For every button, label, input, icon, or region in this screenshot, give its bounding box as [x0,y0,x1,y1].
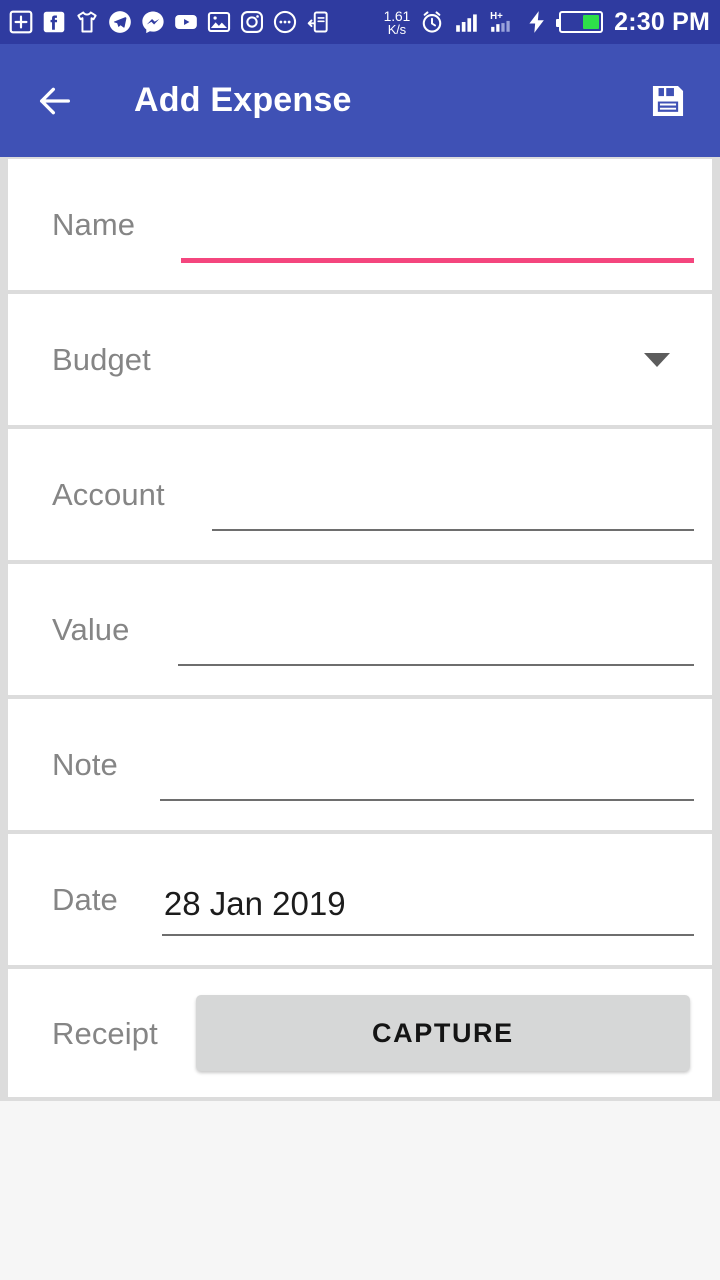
label-date: Date [52,882,118,917]
form-row-name[interactable]: Name [8,159,712,290]
tshirt-icon [74,9,100,35]
messenger-icon [140,9,166,35]
network-speed-unit: K/s [387,21,406,37]
label-receipt: Receipt [52,1015,158,1051]
name-input[interactable] [181,159,702,290]
form-row-account[interactable]: Account [8,429,712,560]
battery-icon [556,11,604,33]
label-name: Name [52,207,136,242]
capture-button[interactable]: CAPTURE [195,995,690,1071]
back-arrow-icon [35,81,75,121]
gallery-icon [206,9,232,35]
value-input-underline [177,664,694,666]
form-row-note[interactable]: Note [8,699,712,830]
date-input-underline [161,934,694,936]
chat-dots-icon [272,9,298,35]
date-input-value: 28 Jan 2019 [163,885,346,922]
page-title: Add Expense [134,81,352,119]
status-system-icons: 1.61 K/s H+ 2:30 PM [384,8,710,37]
network-speed-value: 1.61 [383,7,411,24]
note-input-underline [159,799,694,801]
app-bar: Add Expense [0,44,720,157]
form-row-receipt: Receipt CAPTURE [8,969,712,1097]
account-input-underline [211,529,694,531]
label-budget: Budget [52,342,151,377]
file-transfer-icon [305,9,331,35]
form-row-budget[interactable]: Budget [8,294,712,425]
value-input[interactable] [177,564,703,695]
alarm-clock-icon [419,9,445,35]
telegram-icon [107,9,133,35]
instagram-icon [239,9,265,35]
name-input-underline [181,258,694,263]
youtube-icon [173,9,199,35]
label-account: Account [52,477,165,512]
back-button[interactable] [32,78,78,124]
form-row-value[interactable]: Value [8,564,712,695]
form-row-date[interactable]: Date 28 Jan 2019 [8,834,712,965]
svg-text:H+: H+ [490,11,503,22]
save-button[interactable] [642,75,694,127]
status-bar: 1.61 K/s H+ 2:30 PM [0,0,720,44]
signal-hplus-icon: H+ [489,9,515,35]
app-screen: 1.61 K/s H+ 2:30 PM Add Expense Name Bud… [0,0,720,1280]
date-input[interactable]: 28 Jan 2019 [161,834,702,965]
account-input[interactable] [211,429,702,560]
signal-bars-icon [454,9,480,35]
network-speed-indicator: 1.61 K/s [383,7,411,37]
expense-form: Name Budget Account Value Note Date 28 J… [0,157,720,1101]
chevron-down-icon[interactable] [644,352,670,367]
save-floppy-icon [647,80,689,122]
facebook-icon [41,9,67,35]
label-value: Value [52,612,130,647]
plus-box-icon [8,9,34,35]
status-notification-icons [8,9,331,35]
label-note: Note [52,747,118,782]
status-clock: 2:30 PM [614,7,710,36]
charging-bolt-icon [524,9,550,35]
note-input[interactable] [159,699,702,830]
